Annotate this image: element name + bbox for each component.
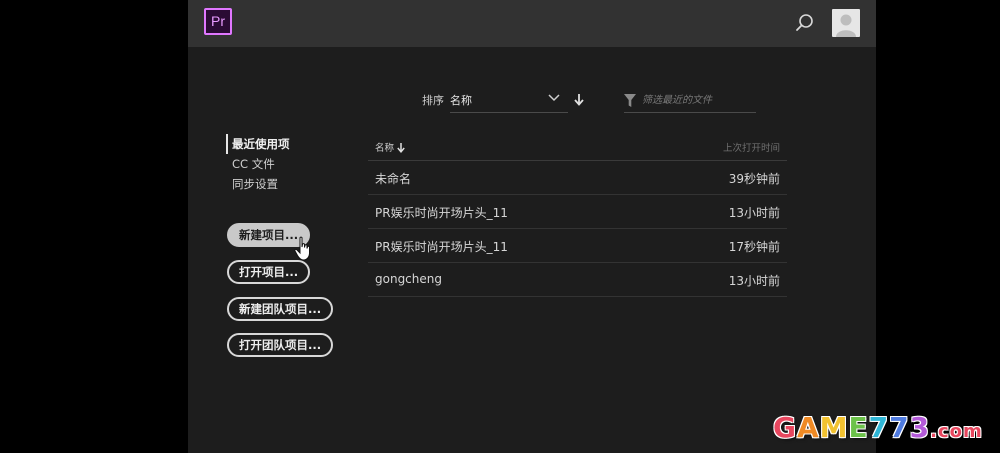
watermark-letter: A — [796, 411, 820, 444]
app-window: Pr 排序 名称 最近使用项 CC 文件 同步 — [188, 0, 876, 453]
open-project-button[interactable]: 打开项目... — [227, 260, 311, 284]
watermark-letter: M — [819, 411, 849, 444]
open-team-project-button[interactable]: 打开团队项目... — [227, 333, 334, 357]
watermark-letter: 7 — [868, 411, 890, 444]
last-opened-time: 17秒钟前 — [728, 240, 780, 254]
new-team-project-button[interactable]: 新建团队项目... — [227, 297, 334, 321]
top-bar: Pr — [188, 0, 876, 47]
table-row[interactable]: PR娱乐时尚开场片头_11 13小时前 — [368, 195, 787, 229]
file-name: PR娱乐时尚开场片头_11 — [375, 240, 508, 254]
recent-files-table: 名称 上次打开时间 未命名 39秒钟前 PR娱乐时尚开场片头_11 13小时前 … — [368, 136, 787, 297]
file-name: PR娱乐时尚开场片头_11 — [375, 206, 508, 220]
last-opened-time: 13小时前 — [728, 274, 780, 288]
last-opened-time: 39秒钟前 — [728, 172, 780, 186]
table-row[interactable]: PR娱乐时尚开场片头_11 17秒钟前 — [368, 229, 787, 263]
funnel-icon — [624, 94, 636, 107]
filter-input[interactable] — [642, 91, 754, 109]
sidebar-item-sync-settings[interactable]: 同步设置 — [226, 174, 290, 194]
file-name: gongcheng — [375, 272, 442, 286]
user-avatar[interactable] — [832, 9, 860, 37]
table-header: 名称 上次打开时间 — [368, 136, 787, 161]
hand-cursor-icon — [294, 236, 310, 261]
search-icon[interactable] — [794, 12, 816, 34]
sort-dropdown-value: 名称 — [450, 94, 472, 107]
sort-arrow-down-icon — [397, 143, 405, 153]
table-row[interactable]: gongcheng 13小时前 — [368, 263, 787, 297]
sort-dropdown[interactable]: 名称 — [450, 88, 568, 113]
watermark-letter: G — [773, 411, 797, 444]
column-header-last-opened[interactable]: 上次打开时间 — [723, 140, 780, 154]
watermark-suffix: .com — [930, 421, 983, 442]
sidebar-nav: 最近使用项 CC 文件 同步设置 — [226, 134, 290, 194]
last-opened-time: 13小时前 — [728, 206, 780, 220]
premiere-logo: Pr — [204, 8, 232, 35]
watermark-logo: GAME773.com — [773, 410, 983, 446]
file-name: 未命名 — [375, 172, 412, 186]
chevron-down-icon — [548, 94, 560, 102]
sort-label: 排序 — [422, 94, 444, 107]
filter-field — [624, 88, 756, 113]
sidebar-item-cc-files[interactable]: CC 文件 — [226, 154, 290, 174]
sort-direction-arrow-icon[interactable] — [574, 94, 584, 106]
watermark-letter: E — [848, 411, 869, 444]
sidebar-item-recent[interactable]: 最近使用项 — [226, 134, 290, 154]
table-row[interactable]: 未命名 39秒钟前 — [368, 161, 787, 195]
watermark-letter: 3 — [909, 411, 931, 444]
column-header-name[interactable]: 名称 — [375, 140, 405, 154]
watermark-letter: 7 — [889, 411, 910, 444]
